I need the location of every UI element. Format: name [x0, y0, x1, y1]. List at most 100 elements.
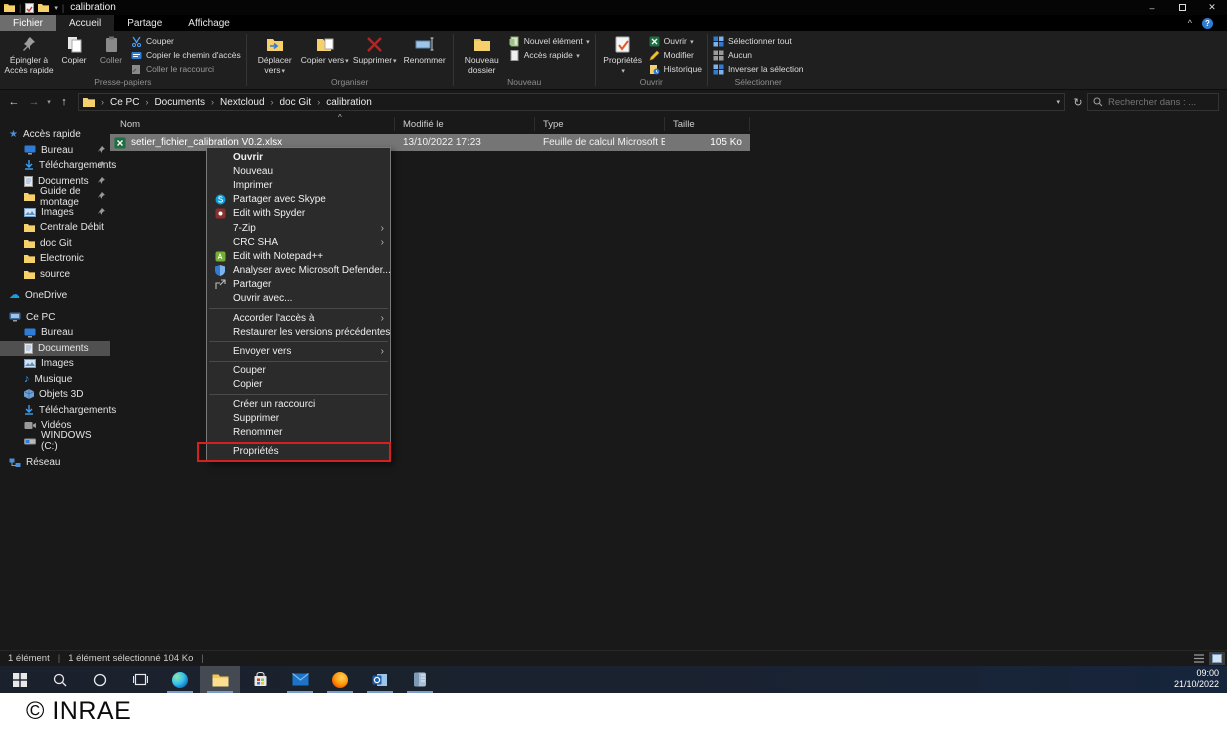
paste-shortcut-button[interactable]: Coller le raccourci [129, 63, 243, 75]
sidebar-item-ce-pc[interactable]: Ce PC [0, 310, 110, 326]
store-button[interactable] [240, 666, 280, 693]
tab-fichier[interactable]: Fichier [0, 15, 56, 31]
cut-button[interactable]: Couper [129, 35, 243, 47]
sidebar-item-doc-git[interactable]: doc Git [0, 236, 110, 252]
menu-item-restaurer-versions[interactable]: Restaurer les versions précédentes [207, 325, 390, 339]
edit-button[interactable]: Modifier [647, 49, 704, 61]
move-to-button[interactable]: Déplacer vers▾ [250, 32, 300, 76]
delete-button[interactable]: Supprimer▾ [350, 32, 400, 66]
menu-item-defender[interactable]: Analyser avec Microsoft Defender... [207, 264, 390, 278]
menu-item-nouveau[interactable]: Nouveau [207, 164, 390, 178]
customize-toolbar-chevron[interactable]: ▾ [54, 4, 58, 12]
details-view-button[interactable] [1191, 652, 1207, 665]
breadcrumb[interactable]: › Ce PC › Documents › Nextcloud › doc Gi… [78, 93, 1065, 111]
task-view-button[interactable] [120, 666, 160, 693]
menu-item-proprietes[interactable]: Propriétés [207, 445, 390, 459]
outlook-button[interactable] [360, 666, 400, 693]
sidebar-item-quick-access[interactable]: ★Accès rapide [0, 127, 110, 143]
column-header-type[interactable]: Type [535, 117, 665, 131]
crumb-ce-pc[interactable]: Ce PC [110, 97, 139, 108]
select-none-button[interactable]: Aucun [711, 49, 806, 61]
collapse-ribbon-icon[interactable]: ^ [1188, 18, 1192, 28]
thumbnails-view-button[interactable] [1209, 652, 1225, 665]
sort-ascending-icon[interactable]: ^ [338, 113, 342, 122]
menu-item-ouvrir[interactable]: Ouvrir [207, 150, 390, 164]
menu-item-creer-raccourci[interactable]: Créer un raccourci [207, 397, 390, 411]
up-button[interactable]: ↑ [54, 96, 74, 108]
rename-button[interactable]: Renommer [400, 32, 450, 66]
column-header-taille[interactable]: Taille [665, 117, 750, 131]
sidebar-item-centrale-debit[interactable]: Centrale Débit [0, 220, 110, 236]
menu-item-crc-sha[interactable]: CRC SHA› [207, 235, 390, 249]
taskbar-clock[interactable]: 09:00 21/10/2022 [1166, 666, 1227, 693]
address-dropdown-chevron[interactable]: ▾ [1056, 98, 1060, 106]
sidebar-item-source[interactable]: source [0, 267, 110, 283]
back-button[interactable]: ← [4, 96, 24, 108]
help-icon[interactable]: ? [1202, 18, 1213, 29]
forward-button[interactable]: → [24, 96, 44, 108]
crumb-documents[interactable]: Documents [154, 97, 205, 108]
menu-item-accorder-acces[interactable]: Accorder l'accès à› [207, 311, 390, 325]
minimize-button[interactable]: – [1137, 0, 1167, 15]
sidebar-item-bureau-qa[interactable]: Bureau [0, 143, 110, 159]
restore-button[interactable] [1167, 0, 1197, 15]
sidebar-item-documents[interactable]: Documents [0, 341, 110, 357]
cortana-button[interactable] [80, 666, 120, 693]
copy-path-button[interactable]: Copier le chemin d'accès [129, 49, 243, 61]
crumb-nextcloud[interactable]: Nextcloud [220, 97, 264, 108]
search-input[interactable] [1108, 97, 1213, 108]
sidebar-item-windows-c[interactable]: WINDOWS (C:) [0, 434, 110, 450]
new-folder-button[interactable]: Nouveau dossier [457, 32, 507, 76]
pin-to-quick-access-button[interactable]: Épingler à Accès rapide [3, 32, 55, 76]
sidebar-item-telechargements[interactable]: Téléchargements [0, 403, 110, 419]
new-folder-quick-icon[interactable] [38, 3, 49, 12]
quick-access-button[interactable]: Accès rapide ▾ [507, 49, 592, 61]
tab-partage[interactable]: Partage [114, 15, 175, 31]
edge-button[interactable] [160, 666, 200, 693]
menu-item-couper[interactable]: Couper [207, 364, 390, 378]
taskbar-search-button[interactable] [40, 666, 80, 693]
sidebar-item-objets-3d[interactable]: Objets 3D [0, 387, 110, 403]
tab-accueil[interactable]: Accueil [56, 15, 114, 31]
column-header-nom[interactable]: Nom^ [110, 117, 395, 131]
menu-item-partager[interactable]: Partager [207, 278, 390, 292]
menu-item-copier[interactable]: Copier [207, 378, 390, 392]
search-box[interactable] [1087, 93, 1219, 111]
sidebar-item-telechargements-qa[interactable]: Téléchargements [0, 158, 110, 174]
sidebar-item-musique[interactable]: ♪Musique [0, 372, 110, 388]
menu-item-edit-spyder[interactable]: Edit with Spyder [207, 207, 390, 221]
menu-item-envoyer-vers[interactable]: Envoyer vers› [207, 344, 390, 358]
onenote-button[interactable] [400, 666, 440, 693]
menu-item-imprimer[interactable]: Imprimer [207, 178, 390, 192]
select-all-button[interactable]: Sélectionner tout [711, 35, 806, 47]
menu-item-supprimer[interactable]: Supprimer [207, 411, 390, 425]
menu-item-renommer[interactable]: Renommer [207, 425, 390, 439]
menu-item-edit-notepadpp[interactable]: Edit with Notepad++ [207, 249, 390, 263]
copy-button[interactable]: Copier [55, 32, 93, 66]
open-button[interactable]: Ouvrir ▾ [647, 35, 704, 47]
mail-button[interactable] [280, 666, 320, 693]
sidebar-item-electronic[interactable]: Electronic [0, 251, 110, 267]
file-explorer-button[interactable] [200, 666, 240, 693]
start-button[interactable] [0, 666, 40, 693]
copy-to-button[interactable]: Copier vers▾ [300, 32, 350, 66]
tab-affichage[interactable]: Affichage [175, 15, 243, 31]
properties-button[interactable]: Propriétés▾ [599, 32, 647, 76]
crumb-calibration[interactable]: calibration [326, 97, 372, 108]
menu-item-ouvrir-avec[interactable]: Ouvrir avec... [207, 292, 390, 306]
sidebar-item-images[interactable]: Images [0, 356, 110, 372]
sidebar-item-onedrive[interactable]: ☁OneDrive [0, 288, 110, 304]
sidebar-item-guide-de-montage[interactable]: Guide de montage [0, 189, 110, 205]
invert-selection-button[interactable]: Inverser la sélection [711, 63, 806, 75]
history-chevron[interactable]: ▾ [44, 98, 54, 106]
refresh-icon[interactable]: ↻ [1069, 96, 1087, 109]
menu-item-7zip[interactable]: 7-Zip› [207, 221, 390, 235]
close-button[interactable]: ✕ [1197, 0, 1227, 15]
sidebar-item-reseau[interactable]: Réseau [0, 455, 110, 471]
column-header-modifie[interactable]: Modifié le [395, 117, 535, 131]
new-item-button[interactable]: Nouvel élément ▾ [507, 35, 592, 47]
paste-button[interactable]: Coller [93, 32, 129, 66]
crumb-doc-git[interactable]: doc Git [280, 97, 312, 108]
firefox-button[interactable] [320, 666, 360, 693]
properties-quick-icon[interactable] [25, 3, 34, 13]
